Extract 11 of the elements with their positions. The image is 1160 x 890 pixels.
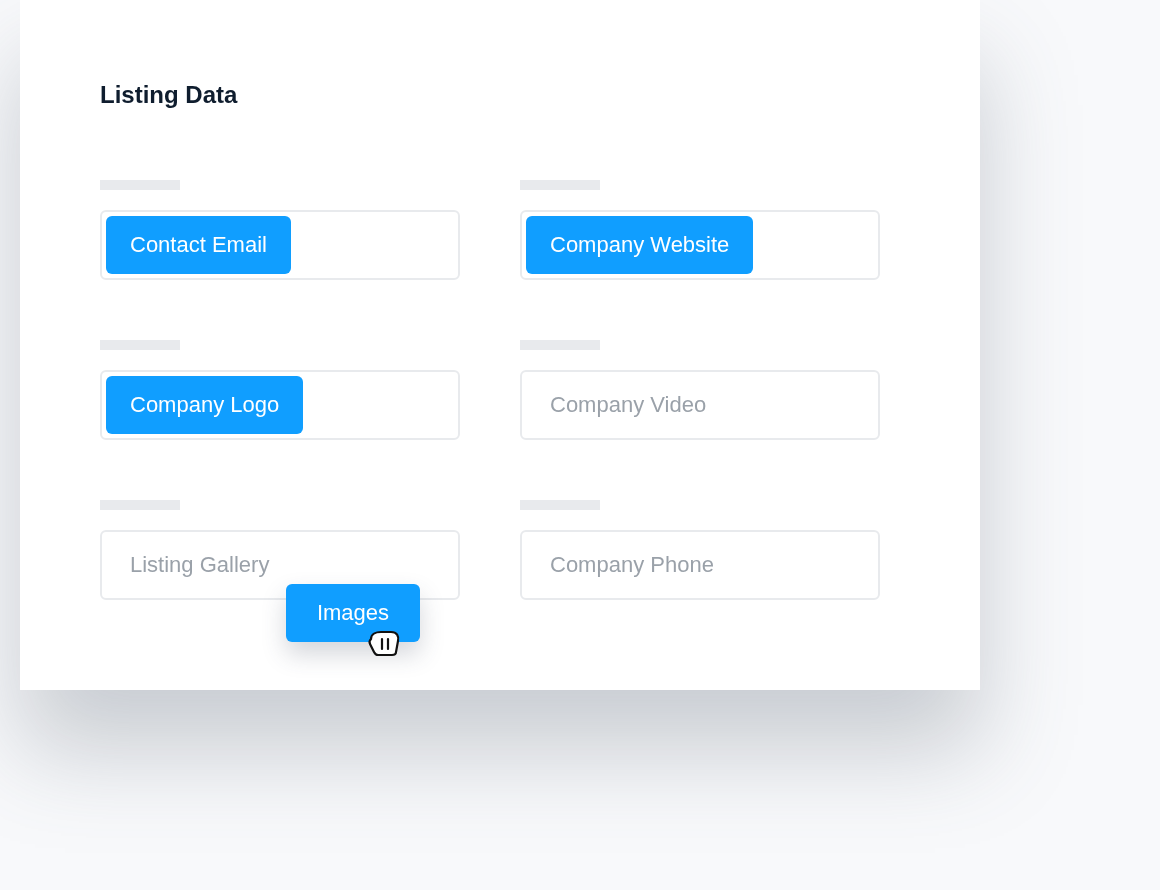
section-title: Listing Data	[100, 80, 239, 110]
field-tag[interactable]: Contact Email	[106, 216, 291, 274]
drop-field[interactable]: Company Logo	[100, 370, 460, 440]
field-tag[interactable]: Company Website	[526, 216, 754, 274]
drop-field[interactable]: Company Phone	[520, 530, 880, 600]
drop-field[interactable]: Company Video	[520, 370, 880, 440]
field-tag[interactable]: Company Logo	[106, 376, 304, 434]
drop-field[interactable]: Company Website	[520, 210, 880, 280]
drop-field[interactable]: Listing Gallery	[100, 530, 460, 600]
dragged-tag[interactable]: Images	[286, 584, 420, 642]
drop-field[interactable]: Contact Email	[100, 210, 460, 280]
